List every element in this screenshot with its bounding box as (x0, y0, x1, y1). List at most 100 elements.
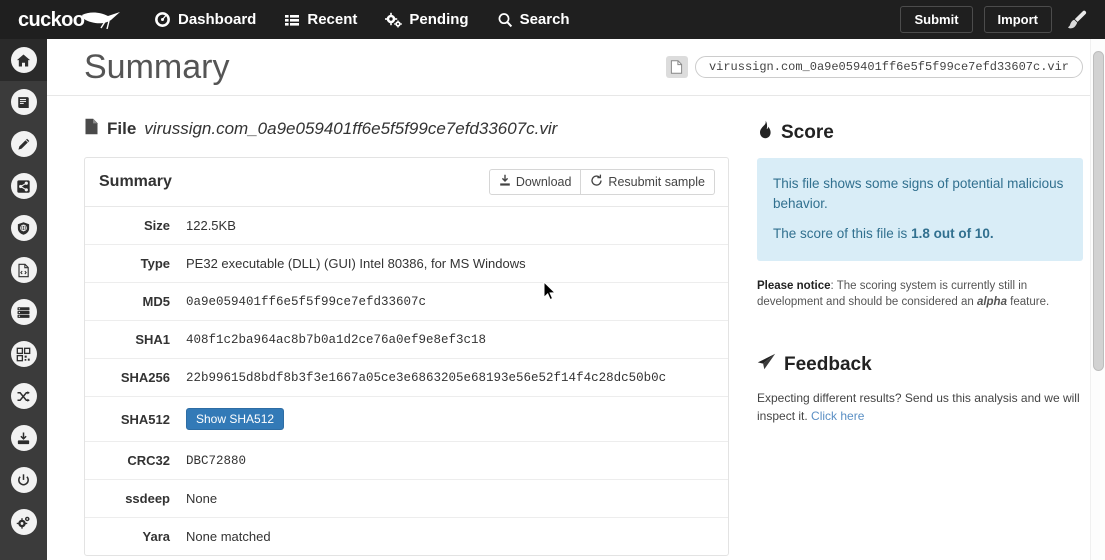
globe-shield-icon (10, 215, 37, 241)
row-key: Size (143, 218, 170, 233)
table-row: SHA1 408f1c2ba964ac8b7b0a1d2ce76a0ef9e8e… (85, 321, 728, 359)
dashboard-speedometer-icon (154, 11, 171, 28)
sidebar-item-power[interactable] (0, 459, 47, 501)
gears-icon (10, 509, 37, 535)
table-row: ssdeep None (85, 480, 728, 518)
feedback-heading-label: Feedback (784, 353, 872, 375)
table-row: Yara None matched (85, 518, 728, 556)
feedback-text: Expecting different results? Send us thi… (757, 389, 1083, 425)
share-nodes-icon (10, 173, 37, 199)
row-value-cell: Show SHA512 (178, 397, 728, 442)
score-notice-text-b: feature. (1006, 296, 1050, 309)
page-title: Summary (84, 48, 230, 86)
sidebar-item-dropped-files[interactable] (0, 207, 47, 249)
resubmit-sample-button-label: Resubmit sample (608, 175, 705, 189)
sidebar-item-network-analysis[interactable] (0, 165, 47, 207)
score-notice: Please notice: The scoring system is cur… (757, 278, 1083, 311)
score-alert: This file shows some signs of potential … (757, 158, 1083, 261)
summary-panel-title: Summary (99, 173, 172, 190)
nav-item-search[interactable]: Search (483, 0, 584, 39)
row-value: DBC72880 (186, 453, 247, 468)
sidebar-item-static-analysis[interactable] (0, 81, 47, 123)
primary-nav: Dashboard Recent Pending Search (140, 0, 584, 39)
page-header: Summary virussign.com_0a9e059401ff6e5f5f… (47, 39, 1105, 96)
show-sha512-button[interactable]: Show SHA512 (186, 408, 285, 430)
summary-column: File virussign.com_0a9e059401ff6e5f5f99c… (84, 118, 729, 556)
fire-icon (757, 120, 773, 145)
row-key: Type (140, 256, 170, 271)
brand-name: cuckoo (18, 8, 85, 31)
summary-panel-actions: Download Resubmit sample (488, 169, 715, 195)
row-value: 408f1c2ba964ac8b7b0a1d2ce76a0ef9e8ef3c18 (186, 332, 487, 347)
nav-item-pending[interactable]: Pending (371, 0, 482, 39)
score-column: Score This file shows some signs of pote… (757, 118, 1083, 556)
import-button[interactable]: Import (983, 6, 1052, 33)
top-navigation-bar: cuckoo Dashboard Recent Pending Search S… (0, 0, 1105, 39)
row-key: SHA256 (120, 370, 170, 385)
home-icon (10, 47, 37, 73)
row-value: None matched (186, 529, 271, 544)
row-value: 122.5KB (186, 218, 236, 233)
cogs-icon (385, 12, 403, 28)
file-code-icon (10, 257, 37, 283)
row-key: SHA1 (135, 332, 170, 347)
file-heading: File virussign.com_0a9e059401ff6e5f5f99c… (84, 118, 729, 140)
row-key: CRC32 (127, 453, 170, 468)
file-icon (665, 56, 688, 78)
table-row: Type PE32 executable (DLL) (GUI) Intel 8… (85, 245, 728, 283)
cuckoo-bird-logo-icon (80, 9, 122, 32)
file-heading-name: virussign.com_0a9e059401ff6e5f5f99ce7efd… (144, 119, 558, 138)
nav-actions: Submit Import (900, 6, 1105, 33)
sidebar-item-reboot-analysis[interactable] (0, 375, 47, 417)
feedback-heading: Feedback (757, 353, 1083, 376)
row-value: None (186, 491, 218, 506)
summary-panel: Summary Download Resubmit sample Size 12… (84, 157, 729, 556)
summary-panel-header: Summary Download Resubmit sample (85, 158, 728, 207)
refresh-icon (590, 174, 603, 190)
score-notice-emphasis: alpha (976, 296, 1007, 309)
brand-logo[interactable]: cuckoo (0, 0, 140, 39)
vertical-scrollbar-thumb[interactable] (1093, 51, 1104, 371)
sidebar-item-compare-analysis[interactable] (0, 333, 47, 375)
power-icon (10, 467, 37, 493)
page-container: Summary virussign.com_0a9e059401ff6e5f5f… (47, 39, 1105, 560)
feedback-click-here-link[interactable]: Click here (811, 409, 864, 423)
row-value: PE32 executable (DLL) (GUI) Intel 80386,… (186, 256, 526, 271)
paper-plane-icon (757, 353, 776, 376)
sidebar-item-options[interactable] (0, 501, 47, 543)
file-chip[interactable]: virussign.com_0a9e059401ff6e5f5f99ce7efd… (665, 56, 1083, 78)
feedback-description: Expecting different results? Send us thi… (757, 391, 1080, 424)
row-key: ssdeep (125, 491, 170, 506)
vertical-scrollbar[interactable] (1090, 39, 1105, 560)
nav-item-recent[interactable]: Recent (270, 0, 371, 39)
resubmit-sample-button[interactable]: Resubmit sample (581, 169, 715, 195)
score-value: 1.8 out of 10. (911, 226, 994, 242)
nav-item-dashboard[interactable]: Dashboard (140, 0, 270, 39)
table-row: CRC32 DBC72880 (85, 442, 728, 480)
sidebar-item-behavioral-analysis[interactable] (0, 123, 47, 165)
score-alert-line2: The score of this file is 1.8 out of 10. (773, 224, 1067, 244)
nav-item-dashboard-label: Dashboard (178, 11, 257, 28)
file-icon (84, 118, 99, 140)
submit-button[interactable]: Submit (900, 6, 973, 33)
sidebar-item-home[interactable] (0, 39, 47, 81)
table-row: Size 122.5KB (85, 207, 728, 245)
download-button[interactable]: Download (488, 169, 582, 195)
file-chip-text: virussign.com_0a9e059401ff6e5f5f99ce7efd… (694, 56, 1083, 78)
score-alert-line1: This file shows some signs of potential … (773, 176, 1064, 211)
search-icon (497, 12, 513, 28)
row-key: SHA512 (120, 411, 170, 427)
sidebar-item-dropped-buffers[interactable] (0, 249, 47, 291)
book-icon (10, 89, 37, 115)
nav-item-search-label: Search (519, 11, 570, 28)
row-value: 22b99615d8bdf8b3f3e1667a05ce3e6863205e68… (186, 370, 667, 385)
row-key: MD5 (142, 294, 170, 309)
sidebar-item-export-analysis[interactable] (0, 417, 47, 459)
download-icon (499, 174, 511, 190)
sidebar-item-process-memory[interactable] (0, 291, 47, 333)
score-notice-label: Please notice (757, 279, 831, 292)
nav-item-pending-label: Pending (409, 11, 469, 28)
shuffle-icon (10, 383, 37, 409)
pencil-icon (10, 131, 37, 157)
paint-brush-icon[interactable] (1063, 9, 1091, 31)
